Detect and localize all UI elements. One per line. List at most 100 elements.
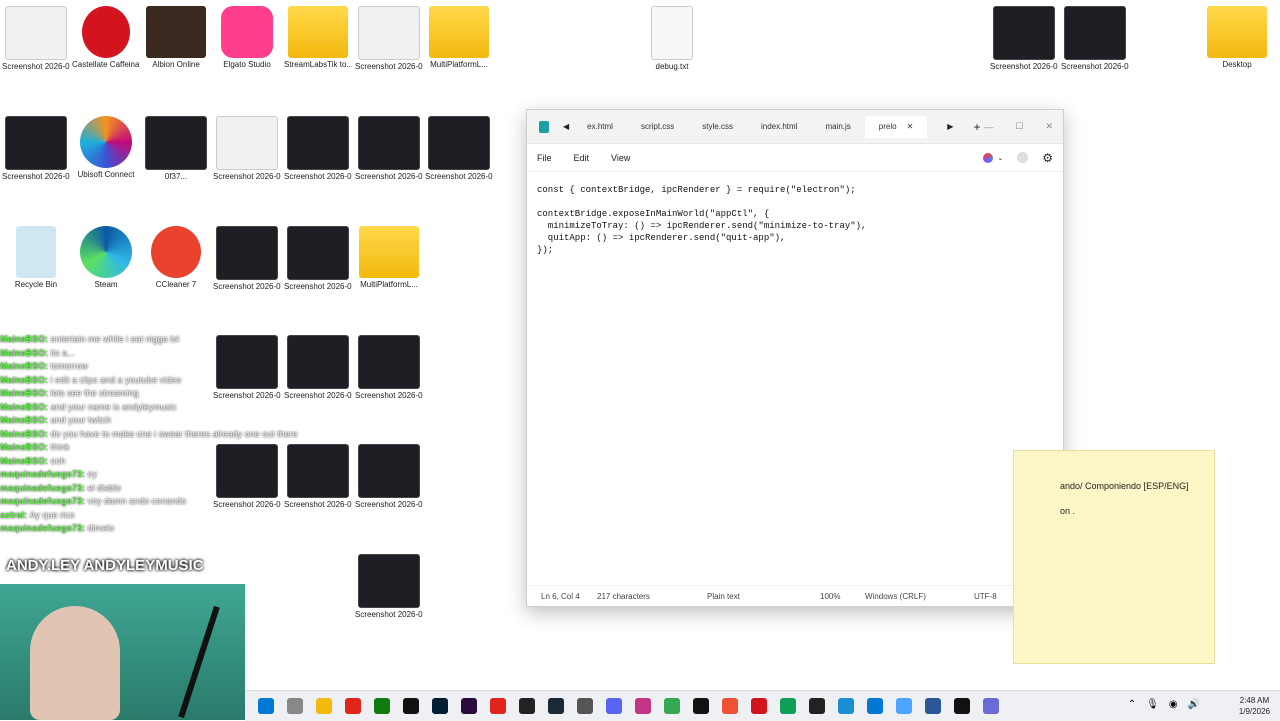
castellate-icon[interactable] — [750, 698, 767, 714]
instagram-icon[interactable] — [634, 698, 651, 714]
microphone-icon[interactable]: 🎙 — [1146, 699, 1159, 710]
tab-main-js[interactable]: main.js — [811, 116, 864, 138]
desktop-icon[interactable]: Screenshot 2026-01-... — [355, 444, 423, 509]
tray-chevron-up-icon[interactable]: ⌃ — [1128, 699, 1136, 710]
chat-message: maquinadefuego73: voy damn ando cenando — [0, 495, 350, 509]
volume-icon[interactable]: 🔊 — [1188, 699, 1200, 710]
desktop-icon-label: Screenshot 2026-01-... — [355, 391, 423, 400]
chat-message: MaineBSO: tomorrow — [0, 360, 350, 374]
chat-username: MaineBSO: — [0, 455, 51, 466]
notepad-icon[interactable] — [924, 698, 941, 714]
tab-preload[interactable]: prelo ✕ — [864, 115, 928, 138]
account-icon[interactable] — [1017, 152, 1029, 163]
steam-icon[interactable] — [547, 698, 564, 714]
line-ending[interactable]: Windows (CRLF) — [865, 592, 926, 601]
folder-icon[interactable] — [315, 698, 332, 714]
desktop-icon[interactable]: Albion Online — [142, 6, 210, 69]
desktop-icon[interactable]: Screenshot 2026-01-... — [355, 6, 423, 71]
desktop-icon[interactable]: Steam — [72, 226, 140, 289]
photos-icon[interactable] — [895, 698, 912, 714]
desktop-icon[interactable]: Screenshot 2026-01-... — [355, 554, 423, 619]
desktop-icon[interactable]: Desktop — [1203, 6, 1271, 69]
drag-icon[interactable] — [982, 698, 999, 714]
desktop-icon[interactable]: Screenshot 2026-01-... — [284, 116, 352, 181]
maximize-icon[interactable]: ☐ — [1015, 121, 1023, 132]
menu-edit[interactable]: Edit — [574, 153, 590, 163]
desktop-icon[interactable]: Recycle Bin — [2, 226, 70, 289]
image-thumbnail-icon — [358, 335, 420, 389]
tab-scroll-right-icon[interactable]: ▶ — [947, 122, 953, 131]
terminal-icon[interactable] — [808, 698, 825, 714]
x-icon[interactable] — [402, 698, 419, 714]
desktop-icon[interactable]: Screenshot 2026-01-... — [284, 226, 352, 291]
desktop-icon[interactable]: Screenshot 2026-01-... — [355, 335, 423, 400]
premiere-icon[interactable] — [460, 698, 477, 714]
record-icon[interactable] — [489, 698, 506, 714]
edge2-icon[interactable] — [866, 698, 883, 714]
chat-text: i edit a clips and a youtube video — [50, 374, 182, 385]
cmd-icon[interactable] — [953, 698, 970, 714]
code-editor-text[interactable]: const { contextBridge, ipcRenderer } = r… — [527, 172, 1063, 268]
menu-file[interactable]: File — [537, 153, 552, 163]
chat-text: voy damn ando cenando — [87, 496, 187, 506]
discord-icon[interactable] — [605, 698, 622, 714]
desktop-icon[interactable]: StreamLabsTik to... — [284, 6, 352, 69]
tab-style-css[interactable]: style.css — [688, 116, 747, 138]
desktop-icon[interactable]: CCleaner 7 — [142, 226, 210, 289]
zoom-level[interactable]: 100% — [820, 592, 840, 601]
xbox-icon[interactable] — [373, 698, 390, 714]
desktop-icon[interactable]: 0f37... — [142, 116, 210, 181]
desktop-icon[interactable]: Screenshot 2026-01-... — [355, 116, 423, 181]
desktop-icon[interactable]: Screenshot 2026-01-... — [213, 226, 281, 291]
desktop-icon[interactable]: Screenshot 2026-01-... — [425, 116, 493, 181]
tab-scroll-left-icon[interactable]: ◀ — [563, 122, 569, 131]
tab-script-css[interactable]: script.css — [627, 116, 688, 138]
close-tab-icon[interactable]: ✕ — [907, 122, 914, 131]
menu-view[interactable]: View — [611, 153, 630, 163]
desktop-icon-label: Recycle Bin — [14, 280, 58, 289]
desktop-icon[interactable]: Ubisoft Connect — [72, 116, 140, 179]
folder-icon — [288, 6, 348, 58]
sticky-note[interactable]: ando/ Componiendo [ESP/ENG] on . — [1013, 450, 1215, 664]
clock[interactable]: 2:48 AM 1/9/2026 — [1239, 695, 1270, 717]
edge-icon[interactable] — [779, 698, 796, 714]
desktop-icon[interactable]: debug.txt — [638, 6, 706, 71]
desktop-icon[interactable]: Elgato Studio — [213, 6, 281, 69]
desktop-icon[interactable]: Screenshot 2026-01-... — [990, 6, 1058, 71]
desktop-icon[interactable]: Castellate Caffeinated — [72, 6, 140, 69]
github-icon[interactable] — [576, 698, 593, 714]
tab-index-html[interactable]: index.html — [747, 116, 811, 138]
app-icon — [146, 6, 206, 58]
desktop-icon[interactable]: Screenshot 2026-01-... — [2, 116, 70, 181]
files-icon[interactable] — [286, 698, 303, 714]
epic-icon[interactable] — [518, 698, 535, 714]
chrome-icon[interactable] — [663, 698, 680, 714]
chevron-down-icon[interactable]: ⌄ — [997, 154, 1003, 162]
close-window-icon[interactable]: ✕ — [1045, 121, 1053, 132]
desktop-icon[interactable]: MultiPlatformL... — [355, 226, 423, 289]
git-icon[interactable] — [721, 698, 738, 714]
desktop-icon[interactable]: Screenshot 2026-01-... — [2, 6, 70, 71]
encoding[interactable]: UTF-8 — [974, 592, 997, 601]
tiktok-icon[interactable] — [692, 698, 709, 714]
desktop-icon[interactable]: Screenshot 2026-01-... — [1061, 6, 1129, 71]
copilot-icon[interactable] — [983, 152, 994, 163]
minimize-icon[interactable]: — — [984, 122, 993, 132]
opera-icon[interactable] — [344, 698, 361, 714]
windows-icon[interactable] — [257, 698, 274, 714]
ccleaner-icon[interactable] — [837, 698, 854, 714]
desktop-icon[interactable]: MultiPlatformL... — [425, 6, 493, 69]
file-format[interactable]: Plain text — [707, 592, 740, 601]
chat-message: MaineBSO: lets see the streaming — [0, 387, 350, 401]
photoshop-icon[interactable] — [431, 698, 448, 714]
tab-ex-html[interactable]: ex.html — [573, 116, 627, 138]
app-icon — [151, 226, 201, 278]
desktop-icon[interactable]: Screenshot 2026-01-... — [213, 116, 281, 181]
chat-text: its a... — [50, 347, 75, 358]
wifi-icon[interactable]: ◉ — [1169, 699, 1178, 710]
mic-stand — [178, 605, 220, 719]
settings-gear-icon[interactable]: ⚙ — [1042, 151, 1053, 165]
desktop-icon-label: Screenshot 2026-01-... — [355, 610, 423, 619]
new-tab-icon[interactable]: + — [973, 120, 980, 134]
webcam-feed — [0, 584, 245, 720]
